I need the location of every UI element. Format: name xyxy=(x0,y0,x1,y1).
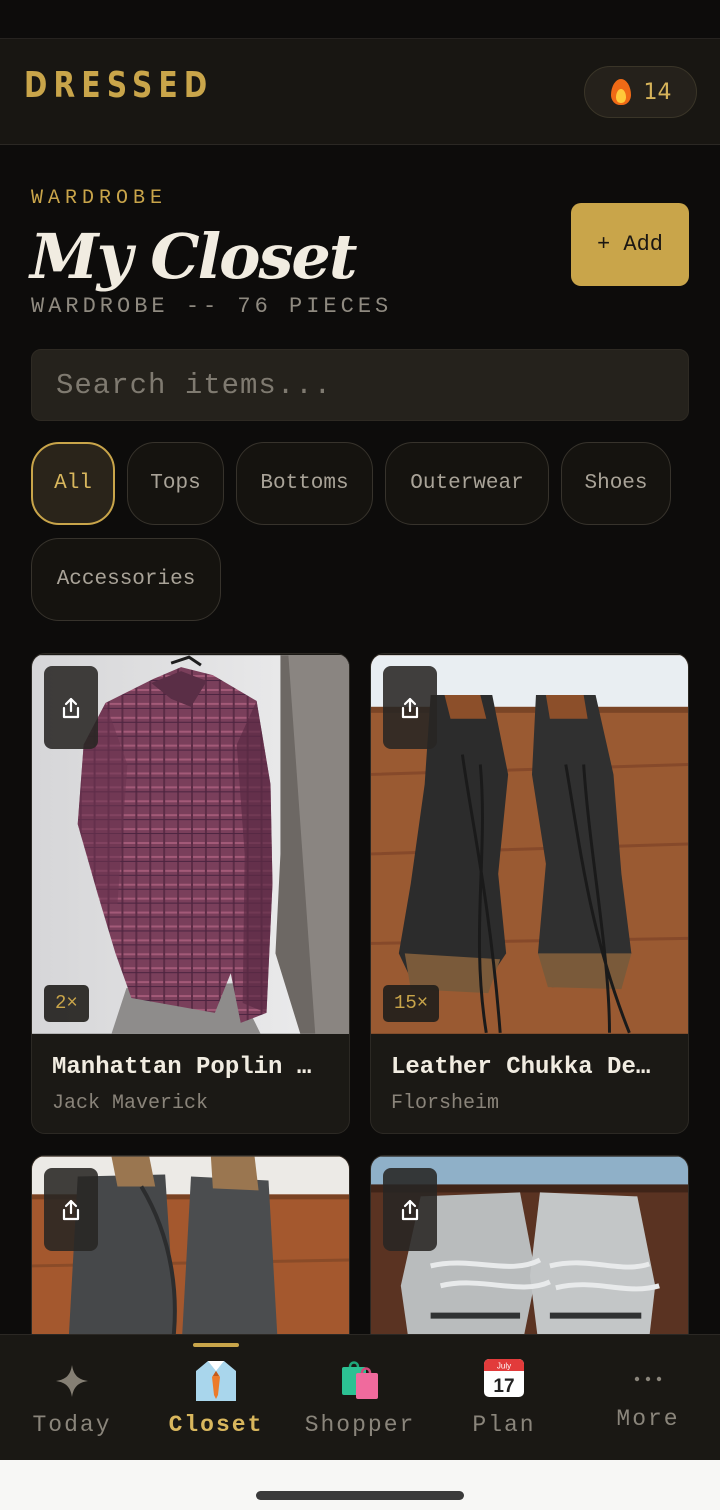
section-eyebrow: WARDROBE xyxy=(31,187,168,210)
share-button[interactable] xyxy=(44,666,98,749)
filter-chip-label: Bottoms xyxy=(260,472,349,495)
share-button[interactable] xyxy=(44,1168,98,1251)
search-input[interactable] xyxy=(31,349,689,421)
item-name: Manhattan Poplin … xyxy=(52,1054,312,1081)
filter-chip-bottoms[interactable]: Bottoms xyxy=(236,442,373,525)
app-header: DRESSED 14 xyxy=(0,38,720,145)
brand-logo: DRESSED xyxy=(24,65,214,106)
sparkle-icon xyxy=(56,1365,88,1397)
streak-count: 14 xyxy=(643,79,672,105)
nav-label: Shopper xyxy=(304,1412,416,1438)
nav-label: More xyxy=(616,1406,680,1432)
filter-chip-shoes[interactable]: Shoes xyxy=(561,442,671,525)
flame-icon xyxy=(610,78,632,106)
item-card[interactable]: 15× Leather Chukka De… Florsheim xyxy=(370,653,689,1134)
nav-item-plan[interactable]: July 17 Plan xyxy=(432,1335,576,1461)
share-icon xyxy=(62,697,80,718)
shopping-bags-icon xyxy=(342,1361,378,1399)
page-title: My Closet xyxy=(30,220,357,293)
home-gesture-handle[interactable] xyxy=(256,1491,464,1500)
share-icon xyxy=(401,697,419,718)
filter-chip-label: Tops xyxy=(150,472,201,495)
item-brand: Jack Maverick xyxy=(52,1092,209,1115)
piece-count: WARDROBE -- 76 PIECES xyxy=(31,294,393,319)
nav-item-more[interactable]: More xyxy=(576,1335,720,1461)
filter-chip-label: All xyxy=(54,472,92,495)
share-button[interactable] xyxy=(383,1168,437,1251)
filter-chip-all[interactable]: All xyxy=(31,442,115,525)
share-button[interactable] xyxy=(383,666,437,749)
wear-count-badge: 2× xyxy=(44,985,89,1022)
wear-count-badge: 15× xyxy=(383,985,440,1022)
shirt-tie-icon xyxy=(196,1361,236,1401)
status-bar xyxy=(0,0,720,38)
nav-item-today[interactable]: Today xyxy=(0,1335,144,1461)
item-card[interactable] xyxy=(370,1155,689,1355)
filter-chip-accessories[interactable]: Accessories xyxy=(31,538,221,621)
streak-badge[interactable]: 14 xyxy=(584,66,697,118)
item-card[interactable]: 2× Manhattan Poplin … Jack Maverick xyxy=(31,653,350,1134)
filter-chip-tops[interactable]: Tops xyxy=(127,442,224,525)
nav-item-closet[interactable]: Closet xyxy=(144,1335,288,1461)
item-brand: Florsheim xyxy=(391,1092,500,1115)
item-name: Leather Chukka De… xyxy=(391,1054,651,1081)
share-icon xyxy=(62,1199,80,1220)
svg-text:July: July xyxy=(497,1362,511,1371)
bottom-nav: Today Closet Shopper July 17 Plan More xyxy=(0,1334,720,1460)
gesture-bar-area xyxy=(0,1460,720,1510)
more-dots-icon xyxy=(634,1376,662,1382)
filter-chip-outerwear[interactable]: Outerwear xyxy=(385,442,549,525)
filter-chip-label: Shoes xyxy=(584,472,648,495)
nav-label: Closet xyxy=(168,1412,264,1438)
svg-text:17: 17 xyxy=(493,1376,514,1397)
nav-label: Plan xyxy=(472,1412,536,1438)
app-root: DRESSED 14 WARDROBE My Closet WARDROBE -… xyxy=(0,0,720,1510)
share-icon xyxy=(401,1199,419,1220)
add-item-button[interactable]: + Add xyxy=(571,203,689,286)
filter-chip-label: Accessories xyxy=(56,568,196,591)
filter-chip-label: Outerwear xyxy=(410,472,524,495)
nav-item-shopper[interactable]: Shopper xyxy=(288,1335,432,1461)
nav-label: Today xyxy=(32,1412,112,1438)
item-card[interactable] xyxy=(31,1155,350,1355)
calendar-icon: July 17 xyxy=(484,1359,524,1397)
active-indicator xyxy=(193,1343,239,1347)
